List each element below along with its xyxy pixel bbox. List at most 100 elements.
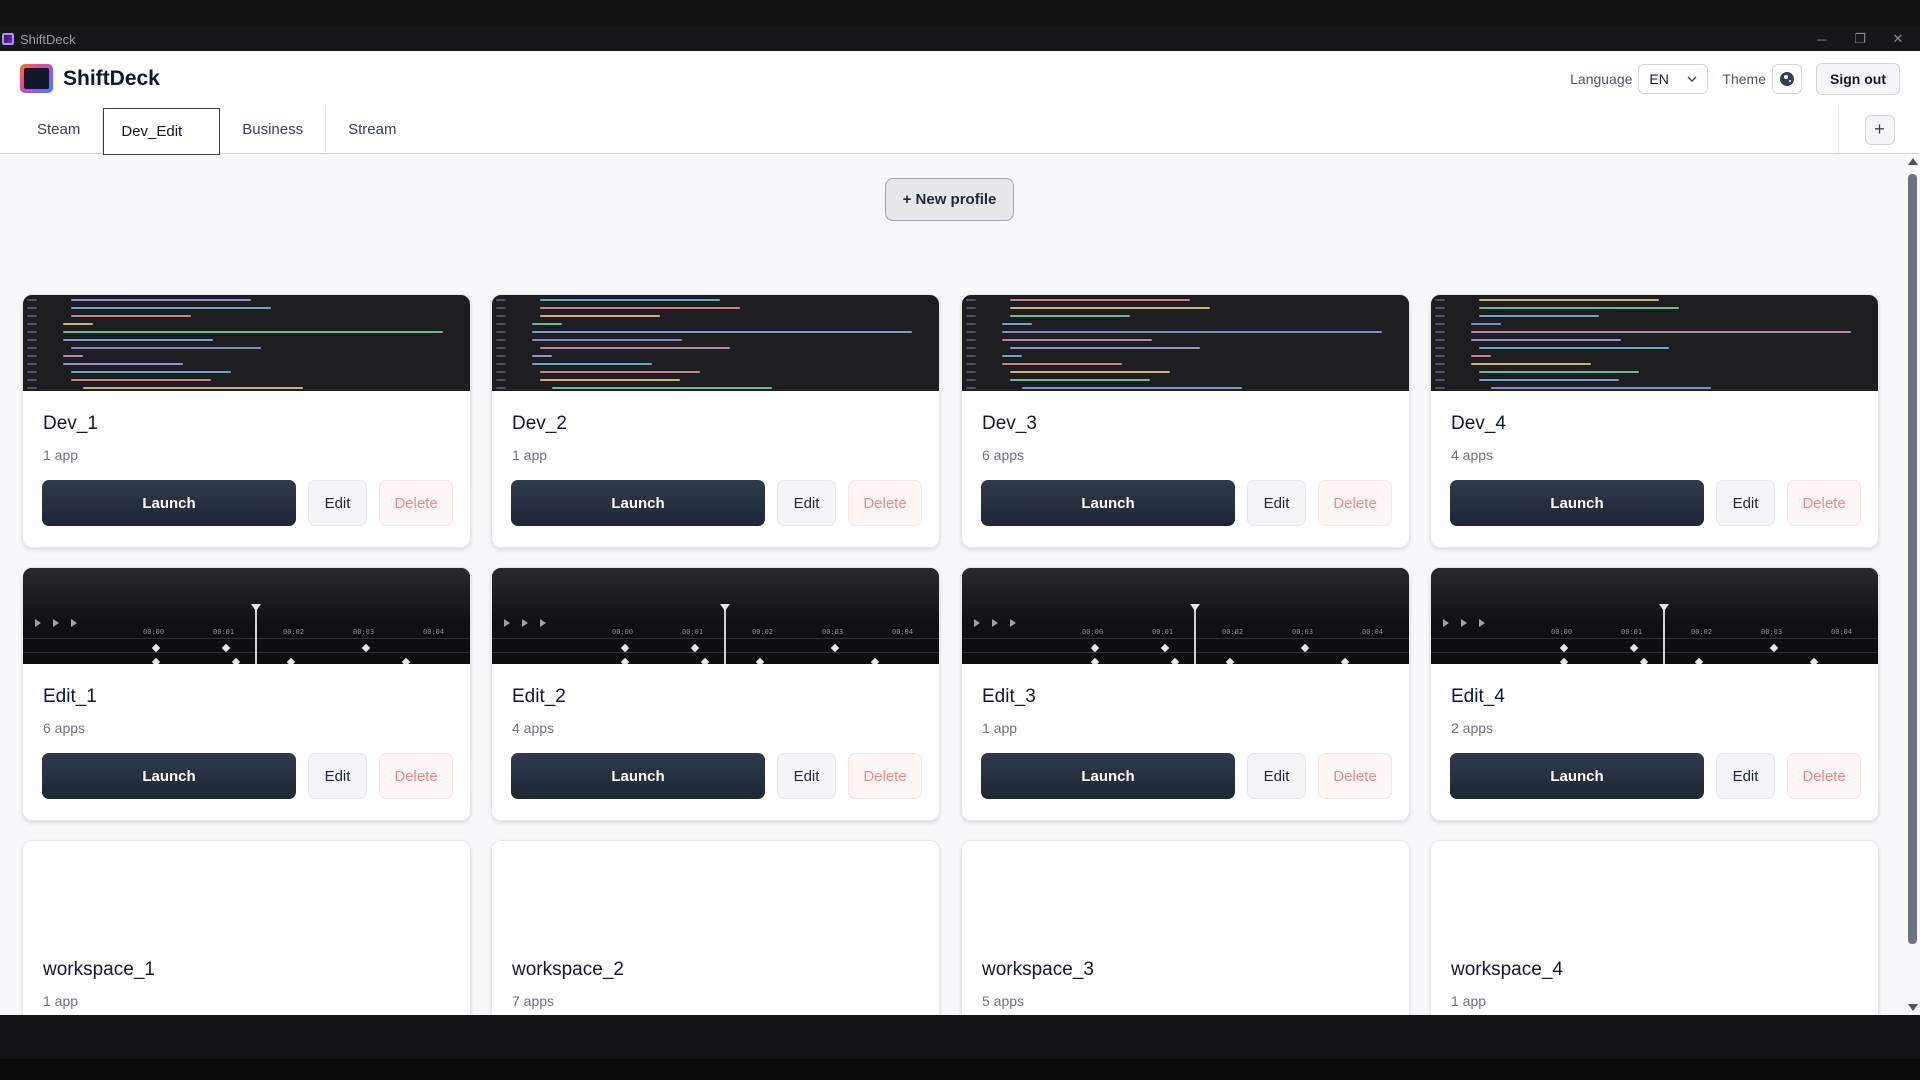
- launch-button[interactable]: Launch: [511, 753, 765, 799]
- profile-app-count: 6 apps: [982, 447, 1025, 463]
- delete-button[interactable]: Delete: [379, 753, 453, 799]
- tab-dev-edit[interactable]: Dev_Edit: [103, 108, 221, 155]
- profile-app-count: 2 apps: [1451, 720, 1494, 736]
- profile-app-count: 7 apps: [512, 993, 555, 1009]
- profile-preview-image: [23, 295, 470, 391]
- profile-app-count: 1 app: [512, 447, 548, 463]
- profile-name: Dev_3: [982, 413, 1037, 434]
- launch-button[interactable]: Launch: [981, 753, 1235, 799]
- launch-button[interactable]: Launch: [42, 753, 296, 799]
- edit-button[interactable]: Edit: [777, 480, 836, 526]
- tab-stream[interactable]: Stream: [326, 106, 418, 153]
- language-value: EN: [1649, 70, 1669, 87]
- close-icon[interactable]: ✕: [1876, 27, 1920, 51]
- window-titlebar: ShiftDeck ─ ❐ ✕: [0, 27, 1920, 51]
- profile-card: 00:00 00:01 00:02 00:03 00:04 Edit_1 6 apps Lau…: [22, 567, 471, 821]
- launch-button[interactable]: Launch: [1450, 480, 1704, 526]
- profile-name: workspace_2: [512, 959, 624, 980]
- profile-name: workspace_3: [982, 959, 1094, 980]
- top-strip: [0, 0, 1920, 27]
- profile-preview-image: [492, 295, 939, 391]
- profile-preview-image: [1431, 841, 1878, 937]
- profile-preview-image: [492, 841, 939, 937]
- app-icon: [2, 33, 14, 45]
- scroll-down-icon[interactable]: [1908, 1004, 1918, 1011]
- profile-tabs: Steam Dev_Edit Business Stream +: [0, 106, 1920, 155]
- language-select[interactable]: EN: [1638, 63, 1709, 94]
- profile-name: Dev_2: [512, 413, 567, 434]
- delete-button[interactable]: Delete: [379, 480, 453, 526]
- window-title: ShiftDeck: [20, 31, 76, 47]
- theme-label: Theme: [1722, 70, 1766, 87]
- profile-name: workspace_4: [1451, 959, 1563, 980]
- launch-button[interactable]: Launch: [42, 480, 296, 526]
- profile-preview-image: 00:00 00:01 00:02 00:03 00:04: [962, 568, 1409, 664]
- launch-button[interactable]: Launch: [981, 480, 1235, 526]
- logo-icon: [20, 64, 53, 93]
- profile-app-count: 4 apps: [512, 720, 555, 736]
- profile-app-count: 1 app: [982, 720, 1018, 736]
- edit-button[interactable]: Edit: [1716, 753, 1775, 799]
- edit-button[interactable]: Edit: [308, 480, 367, 526]
- add-tab-area: +: [1838, 106, 1920, 153]
- taskbar: [0, 1015, 1920, 1080]
- launch-button[interactable]: Launch: [511, 480, 765, 526]
- chevron-down-icon: [1687, 76, 1697, 82]
- profile-app-count: 1 app: [43, 447, 79, 463]
- profile-app-count: 1 app: [1451, 993, 1487, 1009]
- tab-steam[interactable]: Steam: [0, 106, 104, 153]
- profile-card: workspace_27 appsLaunchEditDelete: [491, 840, 940, 1015]
- language-label: Language: [1570, 70, 1633, 87]
- delete-button[interactable]: Delete: [848, 753, 922, 799]
- edit-button[interactable]: Edit: [1247, 480, 1306, 526]
- edit-button[interactable]: Edit: [1247, 753, 1306, 799]
- delete-button[interactable]: Delete: [1318, 753, 1392, 799]
- scrollbar-thumb[interactable]: [1908, 174, 1917, 944]
- profile-preview-image: [962, 841, 1409, 937]
- delete-button[interactable]: Delete: [1787, 480, 1861, 526]
- profile-name: Dev_1: [43, 413, 98, 434]
- profile-preview-image: 00:00 00:01 00:02 00:03 00:04: [23, 568, 470, 664]
- edit-button[interactable]: Edit: [308, 753, 367, 799]
- palette-icon: [1780, 71, 1794, 86]
- profile-card: Dev_4 4 apps Launch Edit Delete: [1430, 294, 1879, 548]
- profile-preview-image: [23, 841, 470, 937]
- app-root: ShiftDeck Language EN Theme Sign out Ste…: [0, 51, 1920, 1015]
- edit-button[interactable]: Edit: [1716, 480, 1775, 526]
- delete-button[interactable]: Delete: [848, 480, 922, 526]
- profile-app-count: 4 apps: [1451, 447, 1494, 463]
- add-tab-button[interactable]: +: [1864, 114, 1895, 145]
- profile-preview-image: [1431, 295, 1878, 391]
- delete-button[interactable]: Delete: [1318, 480, 1392, 526]
- profile-card: 00:00 00:01 00:02 00:03 00:04 Edit_4 2 apps Lau…: [1430, 567, 1879, 821]
- profile-app-count: 6 apps: [43, 720, 86, 736]
- profile-name: Edit_1: [43, 686, 97, 707]
- edit-button[interactable]: Edit: [777, 753, 836, 799]
- sign-out-button[interactable]: Sign out: [1816, 62, 1900, 95]
- profile-preview-image: 00:00 00:01 00:02 00:03 00:04: [492, 568, 939, 664]
- brand-name: ShiftDeck: [63, 66, 160, 90]
- profile-card: 00:00 00:01 00:02 00:03 00:04 Edit_3 1 app Laun…: [961, 567, 1410, 821]
- profile-card: Dev_3 6 apps Launch Edit Delete: [961, 294, 1410, 548]
- app-header: ShiftDeck Language EN Theme Sign out: [0, 51, 1920, 106]
- profile-card: Dev_1 1 app Launch Edit Delete: [22, 294, 471, 548]
- profiles-area[interactable]: + New profile Dev_1 1 app Launch Edit Delete…: [0, 154, 1904, 1015]
- new-profile-button[interactable]: + New profile: [885, 178, 1014, 221]
- vertical-scrollbar[interactable]: [1904, 154, 1920, 1015]
- profile-name: Edit_4: [1451, 686, 1505, 707]
- launch-button[interactable]: Launch: [1450, 753, 1704, 799]
- profile-card: workspace_41 appLaunchEditDelete: [1430, 840, 1879, 1015]
- profile-app-count: 5 apps: [982, 993, 1025, 1009]
- profile-name: Edit_3: [982, 686, 1036, 707]
- profile-name: Edit_2: [512, 686, 566, 707]
- profile-preview-image: 00:00 00:01 00:02 00:03 00:04: [1431, 568, 1878, 664]
- profile-card: Dev_2 1 app Launch Edit Delete: [491, 294, 940, 548]
- profile-name: Dev_4: [1451, 413, 1506, 434]
- profile-card: workspace_11 appLaunchEditDelete: [22, 840, 471, 1015]
- theme-button[interactable]: [1772, 63, 1802, 94]
- profile-card: workspace_35 appsLaunchEditDelete: [961, 840, 1410, 1015]
- tab-business[interactable]: Business: [220, 106, 327, 153]
- profile-preview-image: [962, 295, 1409, 391]
- delete-button[interactable]: Delete: [1787, 753, 1861, 799]
- scroll-up-icon[interactable]: [1908, 158, 1918, 165]
